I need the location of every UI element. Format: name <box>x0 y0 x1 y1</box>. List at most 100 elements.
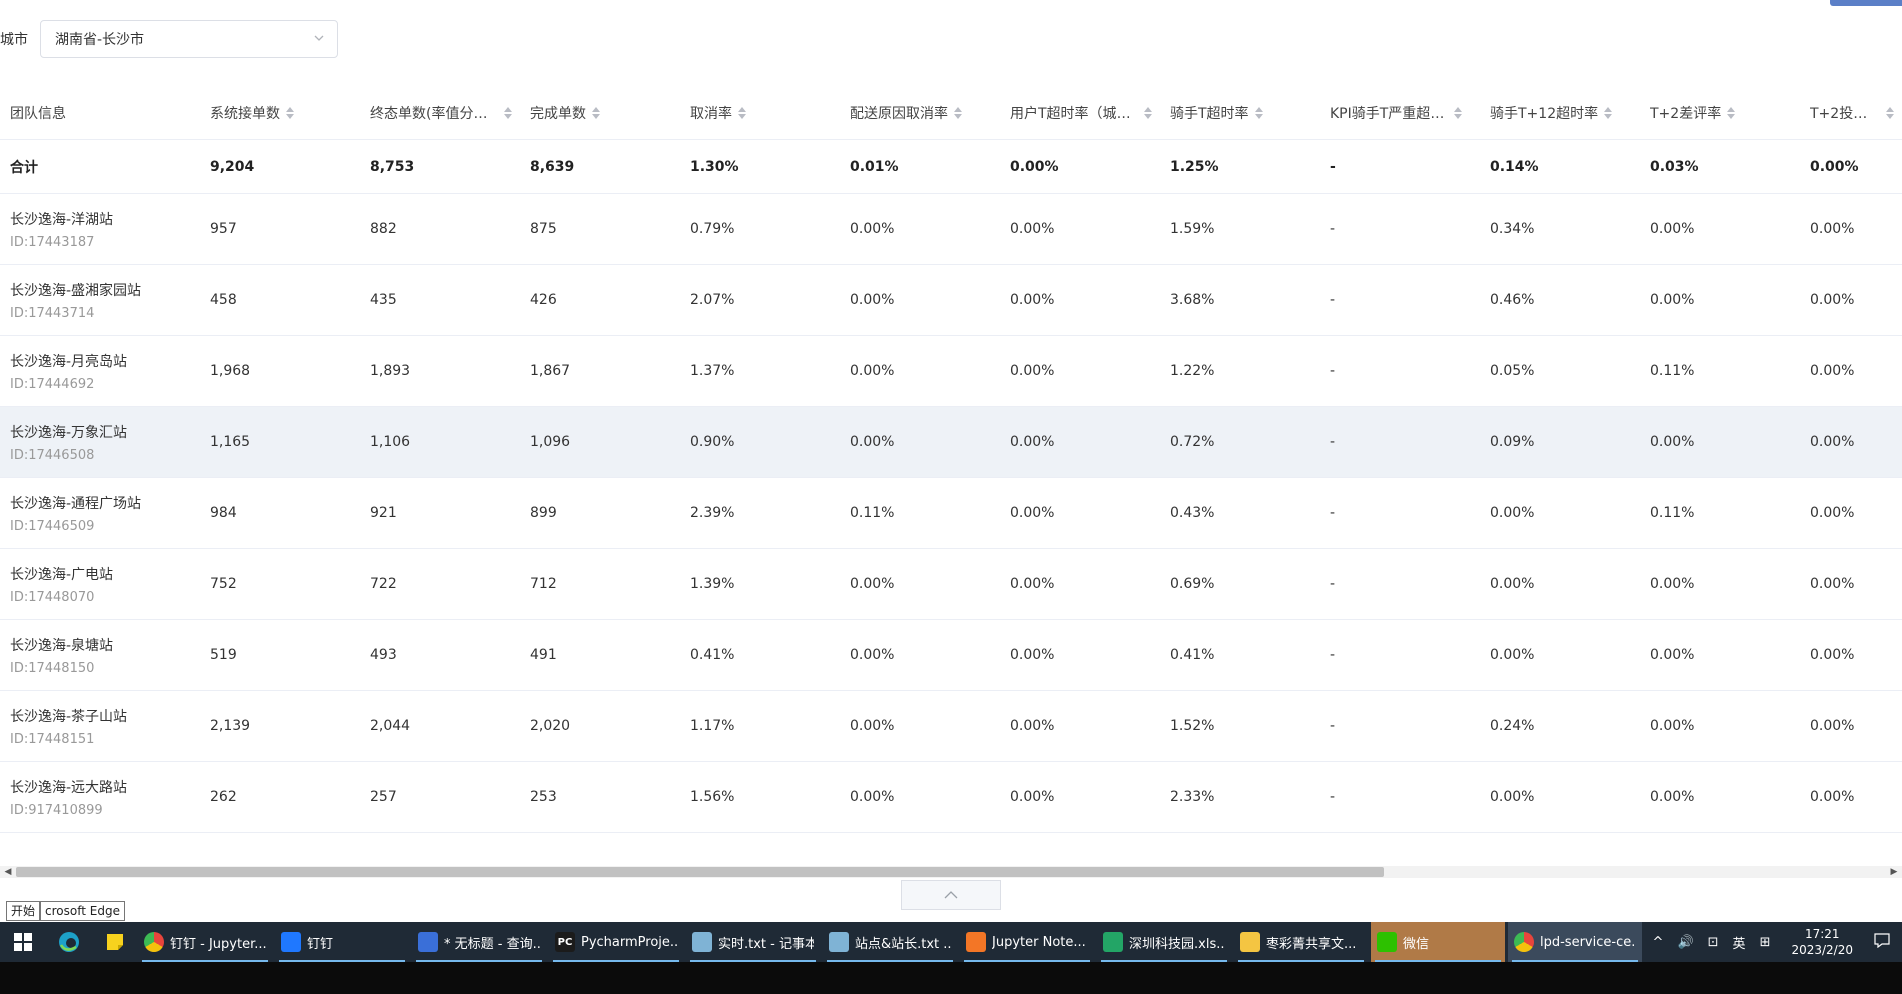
table-cell: 0.00% <box>850 620 990 690</box>
table-cell-value: 0.00% <box>1490 505 1535 521</box>
column-header[interactable]: 用户T超时率（城代... <box>1010 86 1160 139</box>
taskbar-task-button[interactable]: Jupyter Note... <box>960 922 1094 962</box>
sticky-note-icon <box>107 934 123 950</box>
table-cell: 0.00% <box>850 762 990 832</box>
table-cell: 0.00% <box>1010 407 1160 477</box>
sort-caret-icon[interactable] <box>1144 106 1152 119</box>
collapse-button[interactable] <box>901 880 1001 910</box>
sort-caret-icon[interactable] <box>592 106 600 119</box>
team-info-cell: 长沙逸海-远大路站 ID:917410899 <box>10 762 200 832</box>
table-cell-value: 1,106 <box>370 434 411 450</box>
taskbar-task-button[interactable]: 枣彩菁共享文... <box>1234 922 1368 962</box>
sort-caret-icon[interactable] <box>1886 106 1894 119</box>
ime-mode-icon[interactable]: ⊞ <box>1760 935 1771 950</box>
total-cell: - <box>1330 140 1470 193</box>
sort-caret-icon[interactable] <box>1454 106 1462 119</box>
taskbar: 钉钉 - Jupyter... 钉钉 * 无标题 - 查询... PC PycharmP… <box>0 922 1902 962</box>
column-header-label: T+2差评率 <box>1650 105 1722 122</box>
table-cell: 752 <box>210 549 350 619</box>
column-header[interactable]: 完成单数 <box>530 86 670 139</box>
table-cell-value: 0.72% <box>1170 434 1215 450</box>
table-cell-value: 0.00% <box>1010 647 1055 663</box>
table-cell-value: 0.05% <box>1490 363 1535 379</box>
taskbar-task-button[interactable]: 站点&站长.txt ... <box>823 922 957 962</box>
taskbar-task-button[interactable]: 实时.txt - 记事本 <box>686 922 820 962</box>
volume-icon[interactable]: 🔊 <box>1677 935 1693 950</box>
scrollbar-thumb[interactable] <box>16 867 1384 877</box>
table-cell: - <box>1330 265 1470 335</box>
scroll-left-arrow-icon[interactable]: ◀ <box>2 866 14 878</box>
edge-taskbar-button[interactable] <box>46 922 92 962</box>
table-cell-value: 1.52% <box>1170 718 1215 734</box>
table-cell: 491 <box>530 620 670 690</box>
table-cell: 0.00% <box>1650 265 1790 335</box>
top-right-button[interactable] <box>1830 0 1902 6</box>
column-header[interactable]: 取消率 <box>690 86 830 139</box>
taskbar-task-button[interactable]: 钉钉 <box>275 922 409 962</box>
table-cell-value: 0.00% <box>1650 789 1695 805</box>
city-select[interactable]: 湖南省-长沙市 <box>40 20 338 58</box>
table-row[interactable]: 长沙逸海-洋湖站 ID:17443187 957 882 875 0.79% 0.00% 0.… <box>0 194 1902 265</box>
column-header[interactable]: 终态单数(率值分母)... <box>370 86 520 139</box>
sort-caret-icon[interactable] <box>504 106 512 119</box>
column-header[interactable]: KPI骑手T严重超时... <box>1330 86 1470 139</box>
sort-caret-icon[interactable] <box>738 106 746 119</box>
team-info-cell: 长沙逸海-盛湘家园站 ID:17443714 <box>10 265 200 335</box>
column-header[interactable]: 骑手T超时率 <box>1170 86 1310 139</box>
team-id: ID:17443714 <box>10 305 95 321</box>
column-header[interactable]: T+2投诉率 <box>1810 86 1902 139</box>
clock[interactable]: 17:21 2023/2/20 <box>1791 926 1853 958</box>
table-row[interactable]: 长沙逸海-茶子山站 ID:17448151 2,139 2,044 2,020 1.17%… <box>0 691 1902 762</box>
column-header[interactable]: T+2差评率 <box>1650 86 1790 139</box>
team-info-cell: 长沙逸海-茶子山站 ID:17448151 <box>10 691 200 761</box>
table-row[interactable]: 长沙逸海-通程广场站 ID:17446509 984 921 899 2.39% 0.11%… <box>0 478 1902 549</box>
table-cell-value: 1.37% <box>690 363 735 379</box>
taskbar-task-label: 枣彩菁共享文... <box>1266 936 1357 952</box>
taskbar-task-button[interactable]: * 无标题 - 查询... <box>412 922 546 962</box>
table-cell-value: 0.11% <box>1650 363 1695 379</box>
system-tray: ^ 🔊 ⊡ 英 ⊞ 17:21 2023/2/20 <box>1646 922 1902 962</box>
network-icon[interactable]: ⊡ <box>1708 935 1719 950</box>
table-row[interactable]: 长沙逸海-泉塘站 ID:17448150 519 493 491 0.41% 0.00% 0.… <box>0 620 1902 691</box>
sort-caret-icon[interactable] <box>1604 106 1613 119</box>
taskbar-task-button[interactable]: 深圳科技园.xls... <box>1097 922 1231 962</box>
sort-caret-icon[interactable] <box>1254 106 1263 119</box>
input-language-indicator[interactable]: 英 <box>1733 933 1746 952</box>
taskbar-task-button[interactable]: PC PycharmProje... <box>549 922 683 962</box>
table-cell: 2,139 <box>210 691 350 761</box>
windows-logo-icon <box>14 933 32 951</box>
taskbar-task-button[interactable]: 钉钉 - Jupyter... <box>138 922 272 962</box>
jupyter-icon <box>966 932 986 952</box>
table-row[interactable]: 长沙逸海-万象汇站 ID:17446508 1,165 1,106 1,096 0.90%… <box>0 407 1902 478</box>
scroll-right-arrow-icon[interactable]: ▶ <box>1888 866 1900 878</box>
sort-caret-icon[interactable] <box>954 106 962 119</box>
sticky-notes-taskbar-button[interactable] <box>92 922 138 962</box>
table-row[interactable]: 长沙逸海-广电站 ID:17448070 752 722 712 1.39% 0.00% 0.… <box>0 549 1902 620</box>
tray-caret-icon[interactable]: ^ <box>1653 935 1664 950</box>
table-cell-value: 0.00% <box>1810 363 1855 379</box>
team-name: 长沙逸海-盛湘家园站 <box>10 282 142 299</box>
column-header[interactable]: 骑手T+12超时率 <box>1490 86 1630 139</box>
total-cell: 8,753 <box>370 140 520 193</box>
taskbar-task-button[interactable]: lpd-service-ce... <box>1508 922 1642 962</box>
sort-caret-icon[interactable] <box>286 106 294 119</box>
taskbar-task-button[interactable]: 微信 <box>1371 922 1505 962</box>
table-cell-value: 0.00% <box>1810 292 1855 308</box>
column-header[interactable]: 系统接单数 <box>210 86 350 139</box>
table-cell-value: 435 <box>370 292 397 308</box>
table-cell: 2.33% <box>1170 762 1310 832</box>
table-row[interactable]: 长沙逸海-盛湘家园站 ID:17443714 458 435 426 2.07% 0.00%… <box>0 265 1902 336</box>
column-header-label: 终态单数(率值分母)... <box>370 105 498 122</box>
column-header[interactable]: 配送原因取消率 <box>850 86 990 139</box>
table-cell-value: 1.17% <box>690 718 735 734</box>
table-cell-value: 984 <box>210 505 237 521</box>
start-button[interactable] <box>0 922 46 962</box>
table-row[interactable]: 长沙逸海-月亮岛站 ID:17444692 1,968 1,893 1,867 1.37%… <box>0 336 1902 407</box>
start-tooltip: 开始 <box>6 901 41 921</box>
table-cell-value: 0.00% <box>850 647 895 663</box>
table-row[interactable]: 长沙逸海-远大路站 ID:917410899 262 257 253 1.56% 0.00%… <box>0 762 1902 833</box>
horizontal-scrollbar[interactable]: ◀ ▶ <box>0 866 1902 878</box>
sort-caret-icon[interactable] <box>1727 106 1736 119</box>
notification-center-icon[interactable] <box>1874 932 1890 952</box>
table-cell: 493 <box>370 620 520 690</box>
